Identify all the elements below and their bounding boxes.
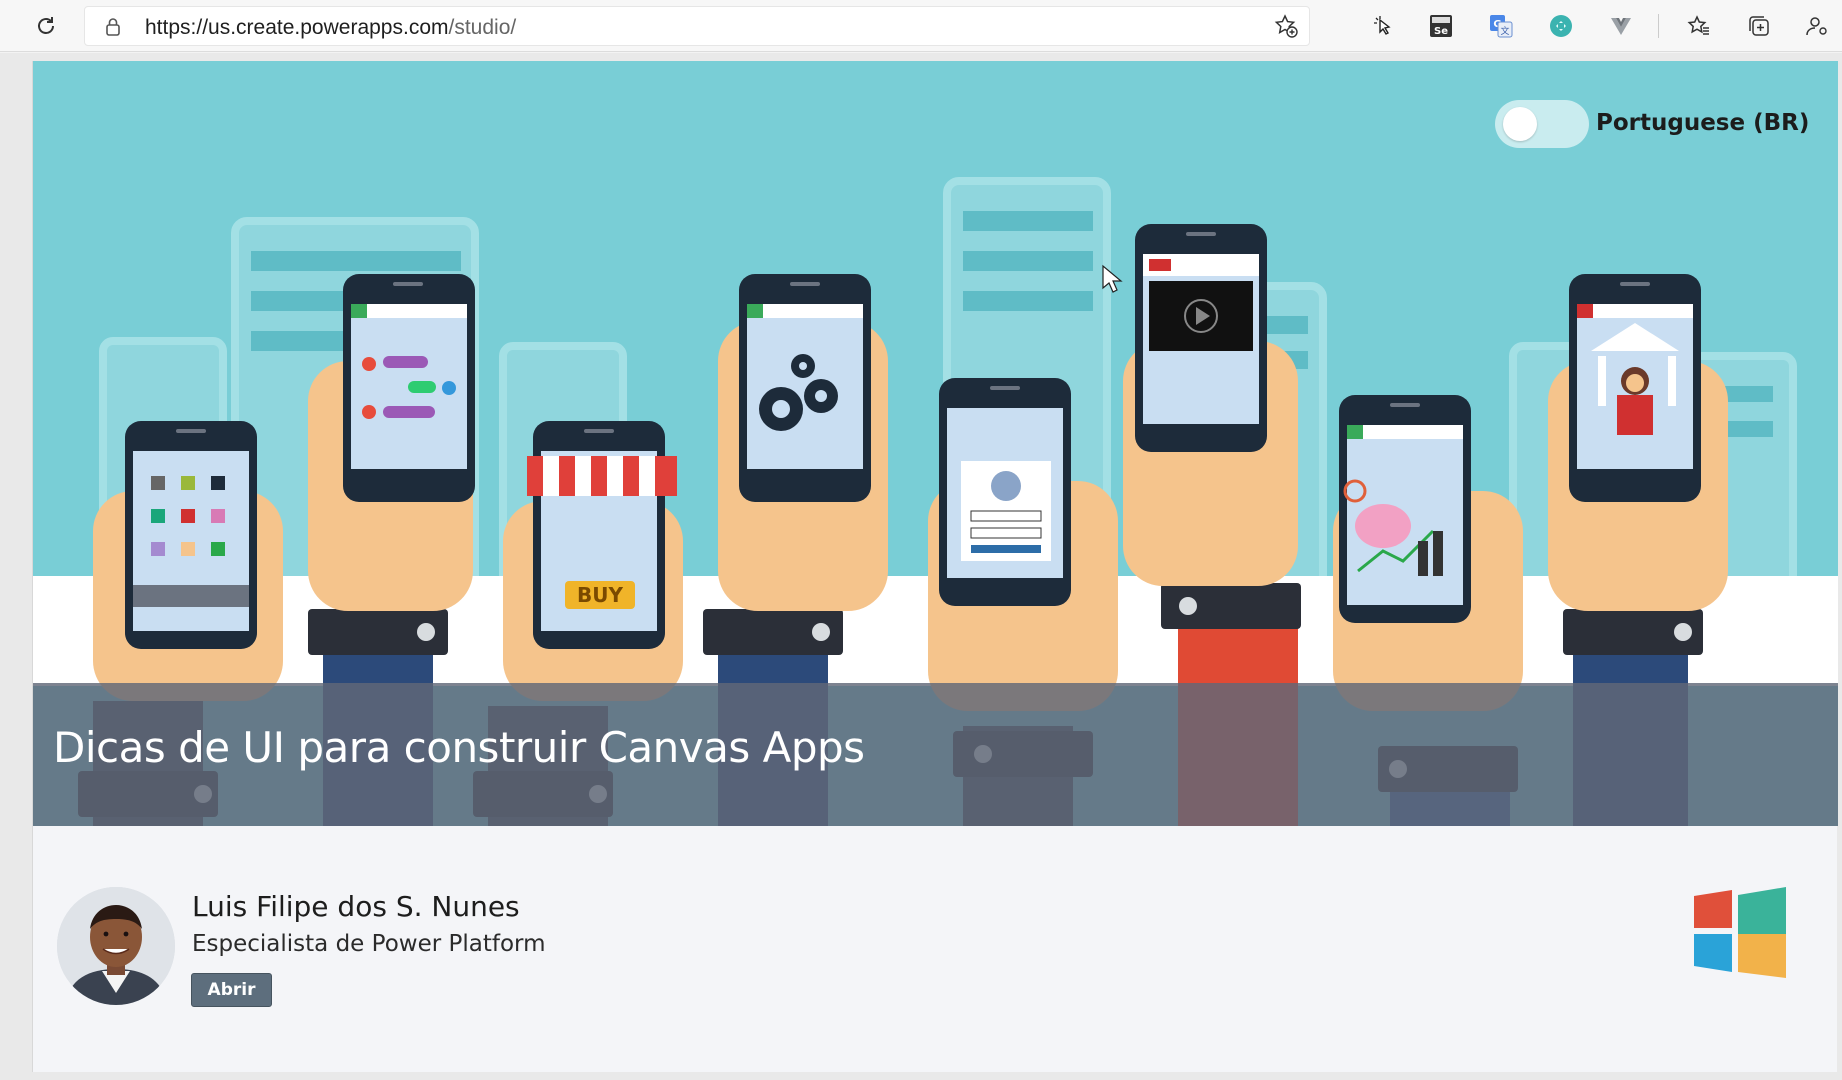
author-name: Luis Filipe dos S. Nunes — [192, 890, 520, 923]
toggle-knob[interactable] — [1503, 107, 1537, 141]
cursor-extension-icon[interactable] — [1368, 11, 1398, 41]
favorites-icon[interactable] — [1684, 11, 1714, 41]
selenium-extension-icon[interactable]: Se — [1426, 11, 1456, 41]
toolbar-separator — [1658, 14, 1659, 38]
svg-text:文: 文 — [1500, 25, 1509, 37]
banner-image: BUY Portuguese (BR) Dicas de UI para con… — [33, 61, 1838, 826]
url-text: https://us.create.powerapps.com/studio/ — [145, 16, 517, 39]
language-toggle[interactable] — [1495, 100, 1589, 148]
browser-toolbar: https://us.create.powerapps.com/studio/ … — [0, 0, 1842, 52]
refresh-icon[interactable] — [28, 8, 64, 44]
extension-icon[interactable] — [1546, 11, 1576, 41]
page-area: BUY Portuguese (BR) Dicas de UI para con… — [0, 53, 1842, 1080]
profile-icon[interactable] — [1802, 11, 1832, 41]
windows-logo-icon — [1692, 886, 1788, 986]
vue-extension-icon[interactable] — [1606, 11, 1636, 41]
favorite-add-icon[interactable] — [1273, 13, 1299, 43]
address-bar[interactable]: https://us.create.powerapps.com/studio/ — [84, 6, 1310, 46]
language-label: Portuguese (BR) — [1596, 110, 1810, 136]
avatar — [57, 887, 175, 1005]
page-title: Dicas de UI para construir Canvas Apps — [53, 723, 865, 772]
author-role: Especialista de Power Platform — [192, 931, 546, 957]
app-card: BUY Portuguese (BR) Dicas de UI para con… — [32, 61, 1838, 1072]
lock-icon[interactable] — [105, 17, 121, 41]
open-button[interactable]: Abrir — [191, 973, 272, 1007]
translate-extension-icon[interactable]: G文 — [1486, 11, 1516, 41]
buy-label: BUY — [577, 583, 623, 607]
collections-icon[interactable] — [1744, 11, 1774, 41]
svg-text:Se: Se — [1434, 26, 1448, 37]
